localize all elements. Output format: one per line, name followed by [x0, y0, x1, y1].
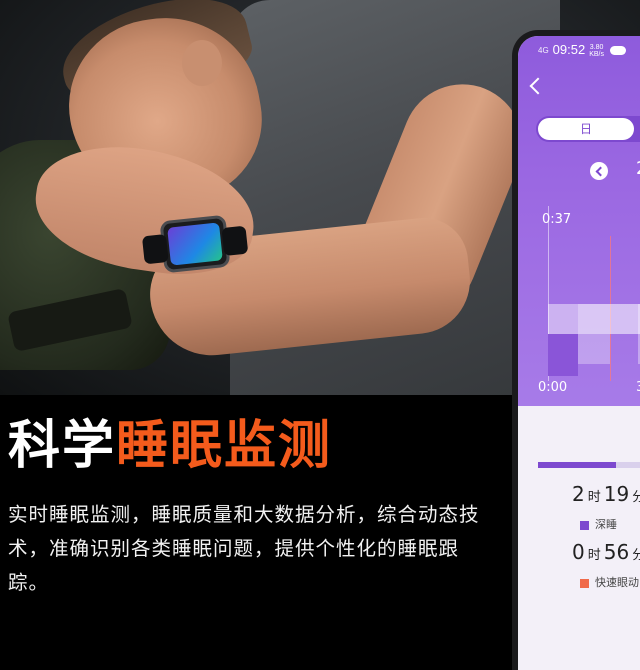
axis-end-label: 3:: [636, 380, 640, 395]
light-sleep-block: [548, 304, 578, 334]
rem-sleep-duration: 0 时 56 分: [572, 540, 640, 564]
watch-band-left: [141, 233, 169, 265]
feature-description: 实时睡眠监测，睡眠质量和大数据分析，综合动态技术，准确识别各类睡眠问题，提供个性…: [8, 503, 480, 594]
date-display: 2: [636, 158, 640, 179]
deep-sleep-duration: 2 时 19 分: [572, 482, 640, 506]
status-bar: 4G 09:52 3.80 KB/s: [538, 42, 627, 58]
tab-day[interactable]: 日: [538, 118, 634, 140]
awake-block: [578, 334, 610, 364]
light-sleep-block: [610, 304, 638, 334]
sleep-stage-chart: [518, 298, 640, 378]
status-time: 09:52: [552, 42, 586, 57]
watch-screen: [167, 222, 223, 266]
smartwatch-graphic: [141, 214, 249, 274]
deep-sleep-swatch: [580, 520, 589, 530]
deep-sleep-legend: 深睡: [580, 516, 617, 532]
network-speed: 3.80 KB/s: [589, 43, 605, 58]
watch-band-right: [221, 225, 249, 256]
signal-icon: 4G: [538, 46, 549, 56]
headline: 科学睡眠监测: [8, 420, 332, 472]
sleep-proportion-bar: [538, 462, 640, 468]
deep-sleep-proportion: [538, 462, 616, 468]
headline-part2: 睡眠监测: [116, 416, 333, 476]
rem-sleep-swatch: [580, 578, 589, 588]
headline-part1: 科学: [8, 416, 117, 476]
axis-start-label: 0:00: [538, 380, 568, 395]
period-selector: 日: [536, 116, 640, 142]
deep-sleep-block: [548, 334, 578, 376]
light-sleep-block: [578, 304, 610, 334]
phone-screen: 4G09:523.80KB/s 日 2 0:37 0:00 3: 2时19分: [518, 36, 640, 670]
ear-graphic: [182, 40, 222, 86]
previous-date-button[interactable]: [590, 162, 608, 180]
chart-marker-time: 0:37: [542, 212, 572, 227]
rem-sleep-legend: 快速眼动: [580, 574, 639, 590]
phone-mockup: 4G09:523.80KB/s 日 2 0:37 0:00 3: 2时19分: [512, 30, 640, 670]
cloud-icon: [610, 46, 627, 56]
